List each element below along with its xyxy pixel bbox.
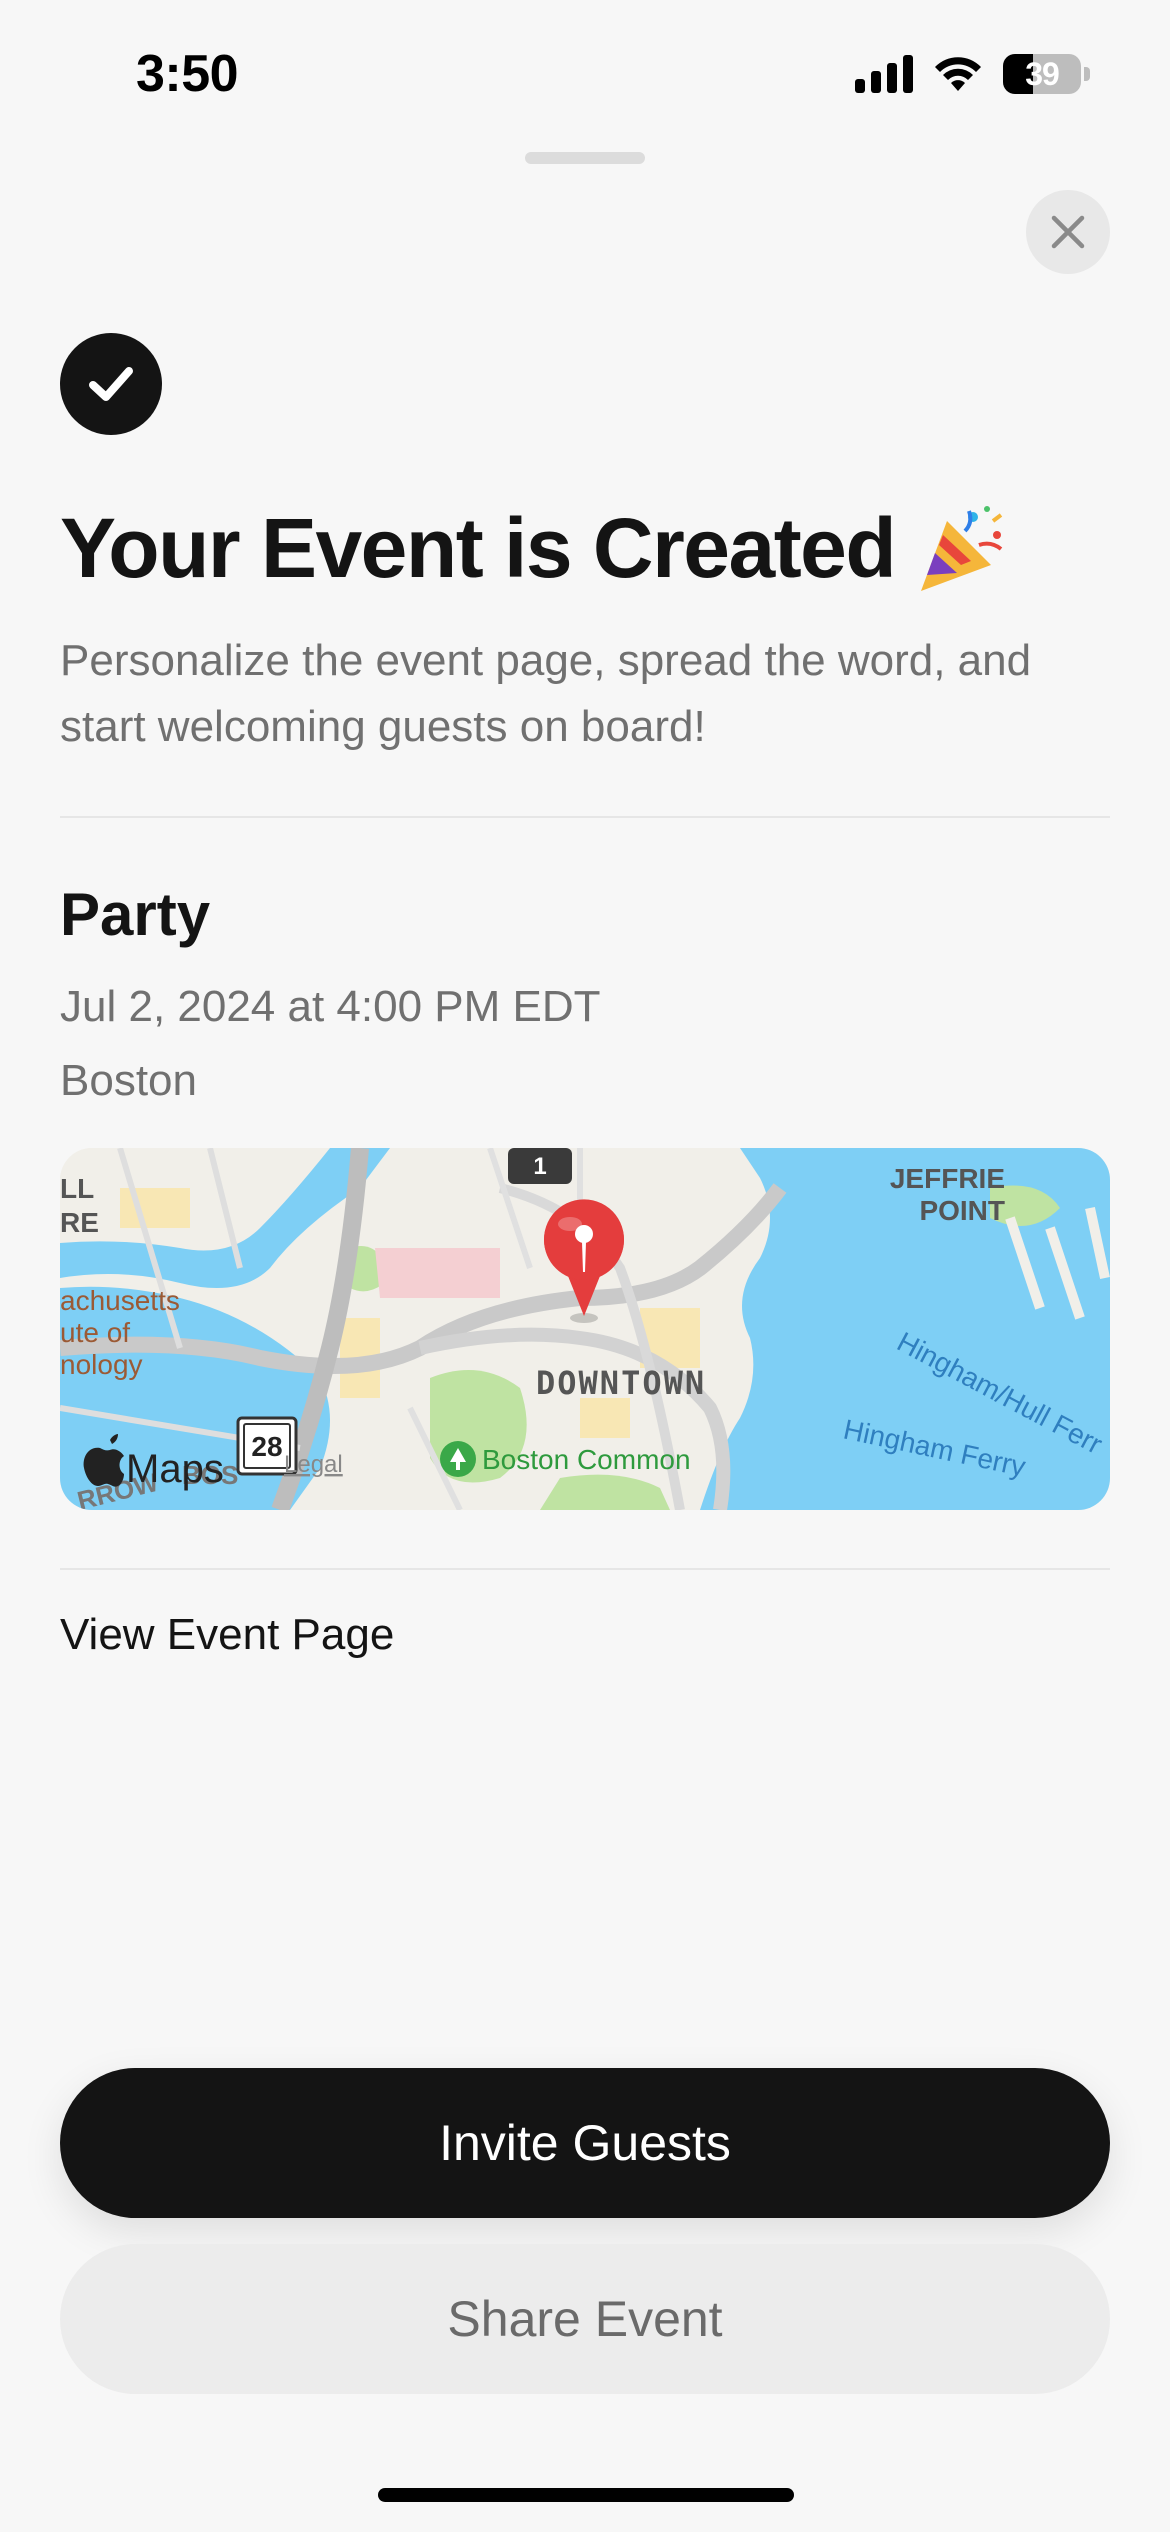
checkmark-icon (89, 367, 133, 401)
battery-icon: 39 (1003, 54, 1090, 94)
map-label-re: RE (60, 1207, 99, 1238)
maps-brand: Maps (126, 1447, 224, 1491)
status-time: 3:50 (136, 45, 239, 103)
map-label-mass-3: nology (60, 1349, 143, 1380)
event-created-screen: 3:50 39 Your Event is Created Personaliz… (0, 0, 1170, 2532)
page-title-text: Your Event is Created (60, 501, 897, 595)
home-indicator[interactable] (378, 2488, 794, 2502)
close-icon (1051, 215, 1085, 249)
map-label-mass-2: ute of (60, 1317, 130, 1348)
divider (60, 1568, 1110, 1570)
cellular-signal-icon (855, 55, 913, 93)
route-28-label: 28 (251, 1431, 282, 1462)
wifi-icon (935, 57, 981, 91)
event-location-map[interactable]: 1 LL RE achusetts ute of nology DOWNTOWN… (60, 1148, 1110, 1510)
sheet-grabber[interactable] (525, 152, 645, 164)
page-subtitle: Personalize the event page, spread the w… (60, 636, 1032, 751)
event-datetime: Jul 2, 2024 at 4:00 PM EDT (60, 982, 601, 1031)
map-label-mass-1: achusetts (60, 1285, 180, 1316)
map-label-jeffries-2: POINT (919, 1195, 1005, 1226)
view-event-page-link[interactable]: View Event Page (60, 1610, 394, 1660)
map-legal-link[interactable]: Legal (284, 1451, 343, 1478)
event-name: Party (60, 881, 211, 948)
success-badge (60, 333, 162, 435)
party-popper-icon (921, 505, 1003, 591)
page-title: Your Event is Created (60, 500, 1120, 597)
divider (60, 816, 1110, 818)
map-label-jeffries-1: JEFFRIE (890, 1163, 1005, 1194)
status-icons: 39 (855, 54, 1090, 94)
event-location: Boston (60, 1056, 197, 1105)
battery-level: 39 (1025, 55, 1060, 92)
invite-guests-button[interactable]: Invite Guests (60, 2068, 1110, 2218)
close-button[interactable] (1026, 190, 1110, 274)
share-event-button[interactable]: Share Event (60, 2244, 1110, 2394)
map-label-ll: LL (60, 1173, 94, 1204)
map-label-boston-common: Boston Common (482, 1444, 691, 1475)
route-1-label: 1 (533, 1153, 546, 1180)
map-label-downtown: DOWNTOWN (536, 1364, 706, 1402)
